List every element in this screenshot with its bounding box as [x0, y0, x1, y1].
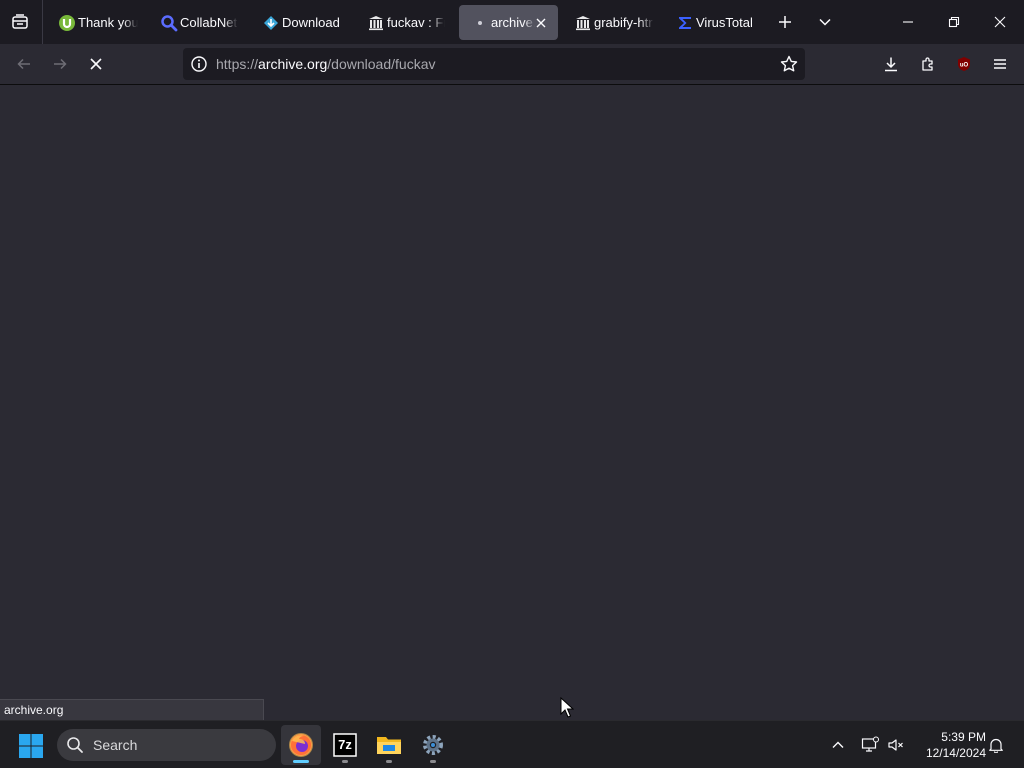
- taskbar-app-settings[interactable]: [413, 725, 453, 765]
- arrow-right-icon: [52, 56, 68, 72]
- url-text[interactable]: https://archive.org/download/fuckav: [216, 56, 435, 72]
- minimize-icon: [902, 16, 914, 28]
- tab-virustotal[interactable]: VirusTotal: [664, 5, 764, 40]
- taskbar-search-box[interactable]: Search: [57, 729, 276, 761]
- windows-logo-icon: [18, 733, 44, 759]
- search-label: Search: [93, 737, 138, 753]
- clock-time: 5:39 PM: [941, 730, 986, 744]
- virustotal-icon: [676, 14, 694, 32]
- show-hidden-icons-button[interactable]: [828, 735, 848, 755]
- hamburger-menu-icon: [992, 56, 1008, 72]
- firefox-view-button[interactable]: [6, 8, 34, 36]
- puzzle-icon: [920, 56, 936, 72]
- plus-icon: [778, 15, 792, 29]
- tab-title: Thank you: [78, 15, 138, 30]
- bell-icon: [988, 737, 1004, 753]
- ublock-origin-button[interactable]: uO: [950, 50, 978, 78]
- loading-dot-icon: [471, 14, 489, 32]
- active-indicator: [293, 760, 309, 763]
- address-bar[interactable]: https://archive.org/download/fuckav: [183, 48, 805, 80]
- svg-text:uO: uO: [960, 63, 969, 69]
- clock[interactable]: 5:39 PM 12/14/2024: [912, 729, 986, 761]
- tab-strip: Thank you CollabNet Download fuckav : Fr…: [0, 0, 1024, 44]
- ublock-icon: uO: [956, 56, 972, 72]
- windows-taskbar: Search 7z 5:39 PM 12/14/2024: [0, 720, 1024, 768]
- archive-icon: [367, 14, 385, 32]
- restore-icon: [948, 16, 960, 28]
- taskbar-app-file-explorer[interactable]: [369, 725, 409, 765]
- settings-gear-icon: [421, 733, 445, 757]
- tab-thank-you[interactable]: Thank you: [46, 5, 142, 40]
- taskbar-app-firefox[interactable]: [281, 725, 321, 765]
- stop-icon: [89, 57, 103, 71]
- firefox-view-icon: [11, 13, 29, 31]
- taskbar-app-7zip[interactable]: 7z: [325, 725, 365, 765]
- mouse-pointer-icon: [560, 696, 575, 719]
- close-tab-icon[interactable]: [532, 14, 550, 32]
- tab-collabnet[interactable]: CollabNet: [148, 5, 244, 40]
- running-indicator: [386, 760, 392, 763]
- folder-icon: [376, 733, 402, 757]
- app-menu-button[interactable]: [986, 50, 1014, 78]
- firefox-icon: [288, 732, 314, 758]
- search-icon: [66, 736, 84, 754]
- tab-download[interactable]: Download: [250, 5, 350, 40]
- minimize-button[interactable]: [894, 8, 922, 36]
- url-scheme: https://: [216, 56, 259, 72]
- tab-title: Download: [282, 15, 340, 30]
- tab-separator: [42, 0, 43, 44]
- close-icon: [994, 16, 1006, 28]
- url-path: /download/fuckav: [327, 56, 436, 72]
- downloads-button[interactable]: [877, 50, 905, 78]
- chevron-down-icon: [818, 15, 832, 29]
- bookmark-star-icon[interactable]: [779, 54, 799, 74]
- tab-fuckav[interactable]: fuckav : Fr: [355, 5, 451, 40]
- stop-loading-button[interactable]: [82, 50, 110, 78]
- volume-muted-icon: [887, 736, 905, 754]
- tab-archive-active[interactable]: archive.: [459, 5, 558, 40]
- back-button[interactable]: [10, 50, 38, 78]
- utorrent-icon: [58, 14, 76, 32]
- list-all-tabs-button[interactable]: [811, 8, 839, 36]
- volume-button[interactable]: [886, 735, 906, 755]
- tab-title: grabify-htr: [594, 15, 653, 30]
- tab-title: CollabNet: [180, 15, 238, 30]
- start-button[interactable]: [18, 733, 44, 759]
- clock-date: 12/14/2024: [925, 746, 986, 760]
- extensions-button[interactable]: [914, 50, 942, 78]
- download-icon: [883, 56, 899, 72]
- navigation-toolbar: https://archive.org/download/fuckav uO: [0, 44, 1024, 85]
- 7zip-label: 7z: [338, 737, 352, 752]
- chevron-up-icon: [831, 738, 845, 752]
- new-tab-button[interactable]: [771, 8, 799, 36]
- close-window-button[interactable]: [986, 8, 1014, 36]
- running-indicator: [430, 760, 436, 763]
- tab-grabify[interactable]: grabify-htr: [562, 5, 662, 40]
- arrow-left-icon: [16, 56, 32, 72]
- network-button[interactable]: [860, 735, 880, 755]
- download-site-icon: [262, 14, 280, 32]
- tab-title: fuckav : Fr: [387, 15, 445, 30]
- collabnet-icon: [160, 14, 178, 32]
- restore-button[interactable]: [940, 8, 968, 36]
- tab-title: VirusTotal: [696, 15, 753, 30]
- tab-title: archive.: [491, 15, 535, 30]
- site-info-icon[interactable]: [190, 55, 208, 73]
- forward-button[interactable]: [46, 50, 74, 78]
- running-indicator: [342, 760, 348, 763]
- archive-icon: [574, 14, 592, 32]
- page-content-area: [0, 85, 1024, 720]
- url-host: archive.org: [258, 56, 328, 72]
- status-panel: archive.org: [0, 699, 264, 721]
- notifications-button[interactable]: [986, 735, 1006, 755]
- network-icon: [861, 736, 879, 754]
